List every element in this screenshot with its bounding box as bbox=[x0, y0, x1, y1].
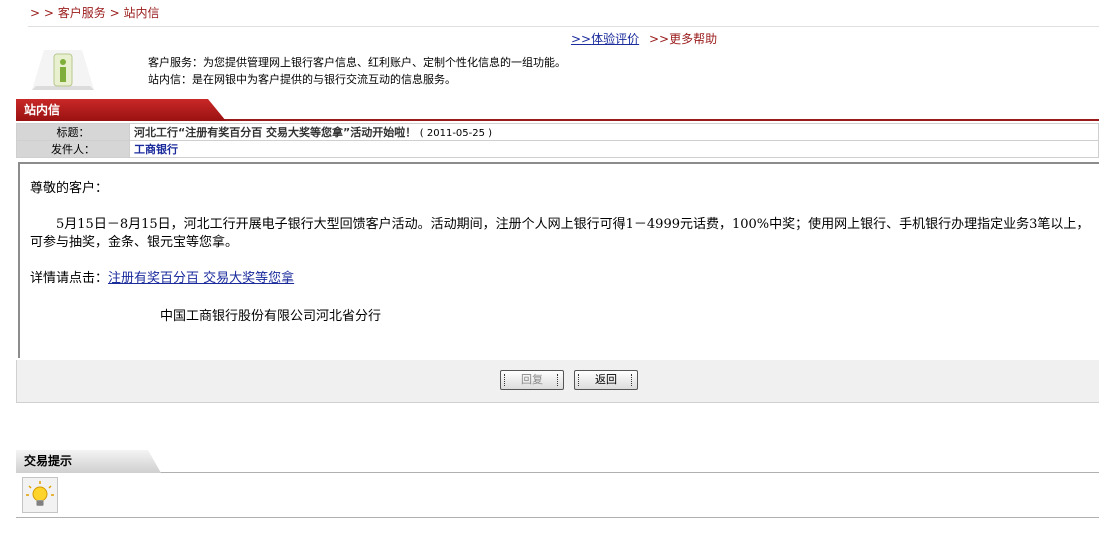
trade-tips-box bbox=[16, 473, 1099, 518]
sender-row: 发件人： 工商银行 bbox=[16, 140, 1099, 158]
reply-button[interactable]: 回复 bbox=[500, 370, 564, 390]
title-label: 标题： bbox=[16, 123, 130, 141]
back-button[interactable]: 返回 bbox=[574, 370, 638, 390]
experience-evaluation-link[interactable]: >>体验评价 bbox=[571, 32, 639, 46]
breadcrumb: > > 客户服务 > 站内信 bbox=[30, 4, 159, 22]
lightbulb-icon bbox=[22, 477, 58, 513]
breadcrumb-current: 站内信 bbox=[123, 6, 160, 20]
sender-label: 发件人： bbox=[16, 140, 130, 158]
eval-label: 体验评价 bbox=[591, 32, 640, 46]
detail-label: 详情请点击： bbox=[30, 271, 109, 286]
button-bar: 回复 返回 bbox=[16, 360, 1099, 403]
help-label: 更多帮助 bbox=[669, 32, 718, 46]
sender-cell: 工商银行 bbox=[129, 140, 1099, 158]
page-description: 客户服务：为您提供管理网上银行客户信息、红利账户、定制个性化信息的一组功能。 站… bbox=[148, 54, 566, 88]
section-title: 站内信 bbox=[16, 99, 226, 121]
description-inbox: 站内信：是在网银中为客户提供的与银行交流互动的信息服务。 bbox=[148, 73, 456, 86]
page: > > 客户服务 > 站内信 >>体验评价 >>更多帮助 客户服务：为您提供管理… bbox=[0, 0, 1099, 542]
message-sender: 工商银行 bbox=[134, 143, 178, 156]
description-customer-service: 客户服务：为您提供管理网上银行客户信息、红利账户、定制个性化信息的一组功能。 bbox=[148, 56, 566, 69]
more-help-link[interactable]: >>更多帮助 bbox=[649, 32, 717, 46]
breadcrumb-prefix: > > bbox=[30, 6, 58, 20]
message-signature: 中国工商银行股份有限公司河北省分行 bbox=[160, 309, 382, 324]
eval-prefix: >> bbox=[571, 32, 592, 46]
info-icon bbox=[30, 46, 96, 92]
breadcrumb-divider bbox=[28, 26, 1099, 27]
inbox-section-header: 站内信 bbox=[16, 99, 1099, 121]
message-meta-table: 标题： 河北工行“注册有奖百分百 交易大奖等您拿”活动开始啦！ ( 2011-0… bbox=[16, 123, 1099, 158]
title-cell: 河北工行“注册有奖百分百 交易大奖等您拿”活动开始啦！ ( 2011-05-25… bbox=[129, 123, 1099, 141]
message-greeting: 尊敬的客户： bbox=[30, 181, 109, 196]
trade-tips-title: 交易提示 bbox=[16, 450, 161, 473]
breadcrumb-customer-service[interactable]: 客户服务 bbox=[58, 6, 106, 20]
detail-link[interactable]: 注册有奖百分百 交易大奖等您拿 bbox=[108, 271, 294, 286]
message-date: ( 2011-05-25 ) bbox=[419, 128, 493, 139]
top-links: >>体验评价 >>更多帮助 bbox=[571, 30, 717, 47]
message-title: 河北工行“注册有奖百分百 交易大奖等您拿”活动开始啦！ bbox=[134, 126, 417, 139]
trade-tips-header: 交易提示 bbox=[16, 450, 1099, 473]
message-detail: 详情请点击：注册有奖百分百 交易大奖等您拿 bbox=[30, 270, 294, 288]
breadcrumb-separator: > bbox=[105, 6, 124, 20]
message-body: 尊敬的客户： 5月15日－8月15日，河北工行开展电子银行大型回馈客户活动。活动… bbox=[18, 162, 1099, 358]
help-prefix: >> bbox=[648, 32, 670, 46]
title-row: 标题： 河北工行“注册有奖百分百 交易大奖等您拿”活动开始啦！ ( 2011-0… bbox=[16, 123, 1099, 141]
message-paragraph: 5月15日－8月15日，河北工行开展电子银行大型回馈客户活动。活动期间，注册个人… bbox=[30, 217, 1090, 250]
